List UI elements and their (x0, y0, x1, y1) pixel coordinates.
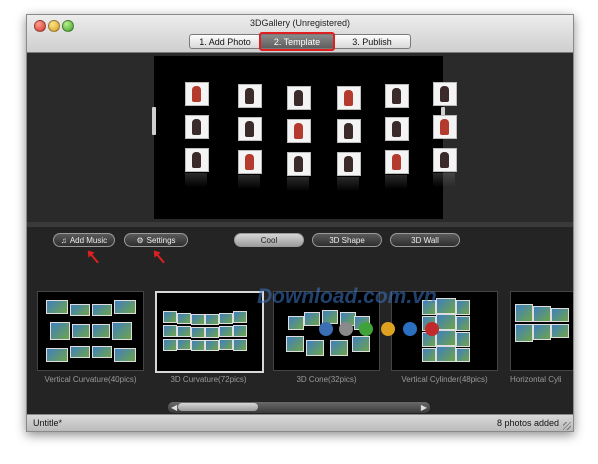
preview-photo (337, 86, 361, 110)
preview-photo (385, 117, 409, 141)
annotation-arrow (154, 251, 165, 264)
window-title: 3DGallery (Unregistered) (249, 18, 351, 28)
preview-photo (185, 148, 209, 172)
template-thumb-vertical-curvature[interactable] (37, 291, 144, 371)
template-panel: ♫ Add Music ⚙ Settings Cool 3D Shape 3D … (27, 227, 573, 414)
step-template-tab[interactable]: 2. Template (259, 32, 335, 51)
watermark-text: Download.com.vn (257, 285, 437, 308)
watermark-dot (319, 322, 333, 336)
template-thumb-3d-curvature[interactable] (155, 291, 264, 373)
preview-photo (185, 82, 209, 106)
preview-photo (337, 119, 361, 143)
preview-photo (287, 152, 311, 176)
filter-cool-button[interactable]: Cool (234, 233, 304, 247)
preview-photo (185, 115, 209, 139)
preview-photo (238, 117, 262, 141)
step-add-photo-tab[interactable]: 1. Add Photo (189, 34, 261, 49)
gallery-preview[interactable] (152, 56, 457, 219)
preview-photo (238, 84, 262, 108)
annotation-arrow (88, 251, 99, 264)
preview-photo (287, 119, 311, 143)
watermark-dot (425, 322, 439, 336)
step-segmented-control: 1. Add Photo 2. Template 3. Publish (189, 32, 411, 51)
photo-reflection (287, 177, 309, 191)
photo-reflection (337, 177, 359, 191)
document-name: Untitle* (33, 418, 63, 428)
settings-button[interactable]: ⚙ Settings (124, 233, 188, 247)
title-bar: 3DGallery (Unregistered) 1. Add Photo 2.… (27, 15, 573, 53)
watermark-dot (339, 322, 353, 336)
photo-reflection (185, 173, 207, 187)
preview-photo (433, 82, 457, 106)
horizontal-scrollbar[interactable]: ◀ ▶ (167, 401, 431, 414)
scroll-left-arrow-icon[interactable]: ◀ (171, 403, 177, 412)
template-thumb-horizontal-cylinder[interactable] (510, 291, 573, 371)
settings-label: Settings (146, 235, 176, 245)
photo-reflection (385, 175, 407, 189)
template-label: Vertical Cylinder(48pics) (401, 375, 488, 384)
template-label: Horizontal Cyli (510, 375, 562, 384)
preview-photo (238, 150, 262, 174)
preview-stage (27, 53, 573, 222)
step-publish-tab[interactable]: 3. Publish (333, 34, 411, 49)
watermark-dot (359, 322, 373, 336)
status-bar: Untitle* 8 photos added (27, 414, 573, 431)
highlight-box (259, 32, 335, 51)
scroll-right-arrow-icon[interactable]: ▶ (421, 403, 427, 412)
add-music-label: Add Music (69, 235, 108, 245)
preview-photo (433, 115, 457, 139)
music-note-icon: ♫ (60, 235, 67, 245)
preview-photo (287, 86, 311, 110)
watermark-dot (403, 322, 417, 336)
filter-3d-wall-button[interactable]: 3D Wall (390, 233, 460, 247)
preview-photo (385, 84, 409, 108)
photo-reflection (238, 175, 260, 189)
template-label: Vertical Curvature(40pics) (44, 375, 137, 384)
photo-reflection (433, 173, 455, 187)
preview-photo (433, 148, 457, 172)
preview-photo (337, 152, 361, 176)
gear-icon: ⚙ (136, 235, 144, 245)
template-label: 3D Cone(32pics) (296, 375, 357, 384)
preview-photo (385, 150, 409, 174)
add-music-button[interactable]: ♫ Add Music (53, 233, 115, 247)
watermark-dot (381, 322, 395, 336)
photo-count: 8 photos added (496, 418, 559, 428)
preview-left-handle[interactable] (152, 107, 156, 135)
template-label: 3D Curvature(72pics) (170, 375, 247, 384)
filter-3d-shape-button[interactable]: 3D Shape (312, 233, 382, 247)
app-window: 3DGallery (Unregistered) 1. Add Photo 2.… (26, 14, 574, 432)
resize-grip-icon[interactable] (563, 422, 571, 430)
scrollbar-thumb[interactable] (178, 403, 258, 411)
